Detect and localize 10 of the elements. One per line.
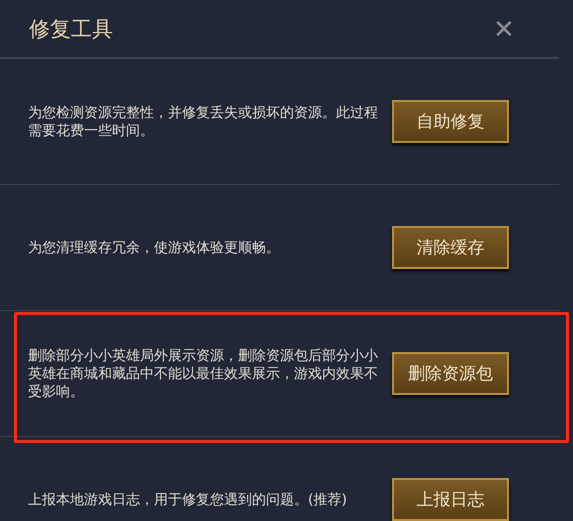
action-button[interactable]: 自助修复 <box>392 100 509 143</box>
description-text: 上报本地游戏日志，用于修复您遇到的问题。(推荐) <box>28 490 348 508</box>
action-button[interactable]: 删除资源包 <box>392 352 509 395</box>
close-button[interactable]: ✕ <box>493 16 515 42</box>
description-text: 为您检测资源完整性，并修复丢失或损坏的资源。此过程需要花费一些时间。 <box>28 104 379 140</box>
window-title: 修复工具 <box>29 16 113 42</box>
action-button[interactable]: 清除缓存 <box>392 226 509 269</box>
description-text: 删除部分小小英雄局外展示资源，删除资源包后部分小小英雄在商城和藏品中不能以最佳效果展示，游戏内效果不受影响。 <box>28 346 379 400</box>
action-button[interactable]: 上报日志 <box>392 478 509 521</box>
description-text: 为您清理缓存冗余，使游戏体验更顺畅。 <box>28 238 281 256</box>
